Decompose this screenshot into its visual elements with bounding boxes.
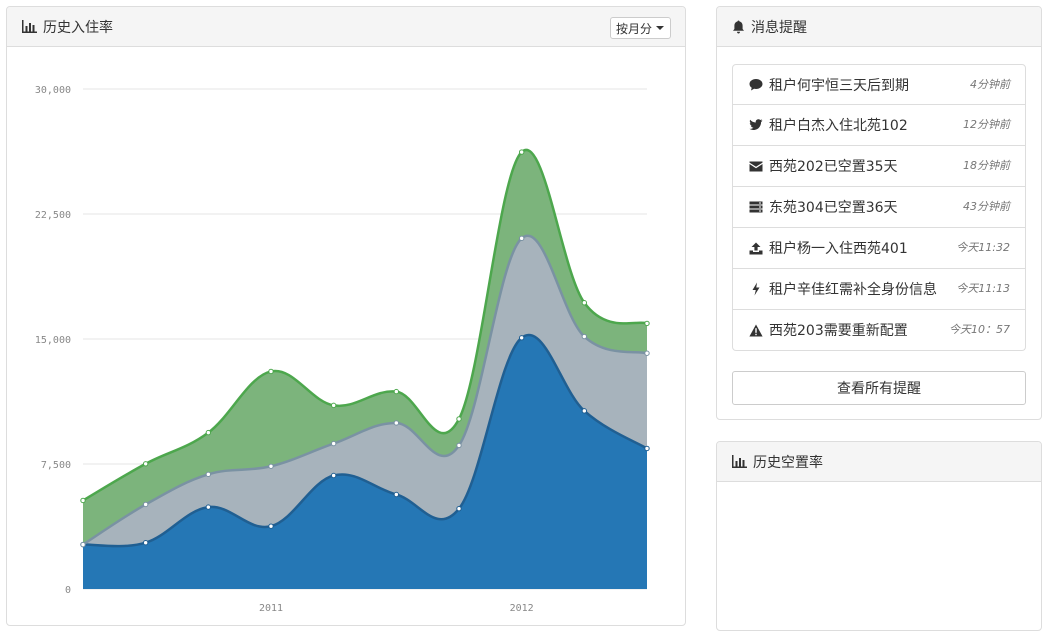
bolt-icon [749,282,763,296]
y-tick-label: 22,500 [35,210,71,221]
data-point [205,429,212,436]
data-point [142,461,149,467]
data-point [393,491,400,498]
data-point [393,420,400,426]
vacancy-panel-title: 历史空置率 [753,454,823,471]
alert-item[interactable]: 租户何宇恒三天后到期 4分钟前 [732,64,1026,105]
twitter-icon [749,118,763,132]
y-tick-label: 0 [65,585,71,596]
x-tick-label: 2012 [510,603,534,614]
data-point [518,335,525,341]
alert-item[interactable]: 租户杨一入住西苑401 今天11:32 [732,228,1026,269]
data-point [205,471,212,478]
warning-icon [749,323,763,337]
alert-text: 租户杨一入住西苑401 [769,241,908,257]
data-point [268,523,274,529]
alerts-list: 租户何宇恒三天后到期 4分钟前 租户白杰入住北苑102 12分钟前 西苑202已… [732,64,1026,351]
alert-text: 西苑203需要重新配置 [769,323,908,339]
occupancy-area-chart: 0 7,500 15,000 22,500 30,000 2011 2012 [35,85,650,614]
data-point [330,472,337,479]
alerts-panel-title: 消息提醒 [751,19,807,36]
data-point [393,388,400,395]
alert-text: 租户辛佳红需补全身份信息 [769,282,937,298]
y-tick-label: 30,000 [35,85,71,96]
alert-text: 东苑304已空置36天 [769,200,898,216]
alerts-panel-heading: 消息提醒 [717,7,1041,47]
data-point [456,442,462,449]
occupancy-panel: 历史入住率 按月分 0 7,500 15,000 22,500 30,000 2011 20… [6,6,686,626]
alert-text: 租户白杰入住北苑102 [769,118,908,134]
data-point [330,440,337,447]
data-point [80,541,86,548]
data-point [518,235,525,242]
data-point [644,445,650,452]
alert-item[interactable]: 租户白杰入住北苑102 12分钟前 [732,105,1026,146]
alert-time: 今天10：57 [949,323,1010,336]
data-point [581,300,588,306]
data-point [80,497,86,504]
alert-time: 18分钟前 [963,159,1010,172]
data-point [581,333,588,340]
data-point [581,408,588,414]
alert-item[interactable]: 租户辛佳红需补全身份信息 今天11:13 [732,269,1026,310]
data-point [456,416,462,422]
y-tick-label: 15,000 [35,335,71,346]
bell-icon [732,20,745,34]
data-point [644,320,650,327]
data-point [142,540,149,546]
alerts-panel: 消息提醒 租户何宇恒三天后到期 4分钟前 租户白杰入住北苑102 12分钟前 西… [716,6,1042,420]
alert-time: 43分钟前 [963,200,1010,213]
data-point [142,501,149,508]
data-point [330,402,337,409]
alert-item[interactable]: 西苑202已空置35天 18分钟前 [732,146,1026,187]
envelope-icon [749,159,763,173]
server-icon [749,200,763,214]
x-tick-label: 2011 [259,603,283,614]
data-point [268,463,274,469]
bar-chart-icon [732,455,747,468]
data-point [456,505,462,512]
vacancy-panel: 历史空置率 [716,441,1042,631]
data-point [644,350,650,356]
upload-icon [749,241,763,255]
data-point [518,149,525,155]
y-tick-label: 7,500 [41,460,71,471]
alert-item[interactable]: 东苑304已空置36天 43分钟前 [732,187,1026,228]
alert-time: 今天11:13 [956,282,1010,295]
comment-icon [749,78,763,92]
data-point [268,368,274,375]
alert-time: 4分钟前 [970,78,1010,91]
data-point [205,504,212,510]
alert-item[interactable]: 西苑203需要重新配置 今天10：57 [732,310,1026,351]
vacancy-panel-heading: 历史空置率 [717,442,1041,482]
alert-time: 12分钟前 [963,118,1010,131]
alert-time: 今天11:32 [956,241,1010,254]
view-all-alerts-button[interactable]: 查看所有提醒 [732,371,1026,405]
alert-text: 租户何宇恒三天后到期 [769,77,909,94]
alert-text: 西苑202已空置35天 [769,159,898,175]
